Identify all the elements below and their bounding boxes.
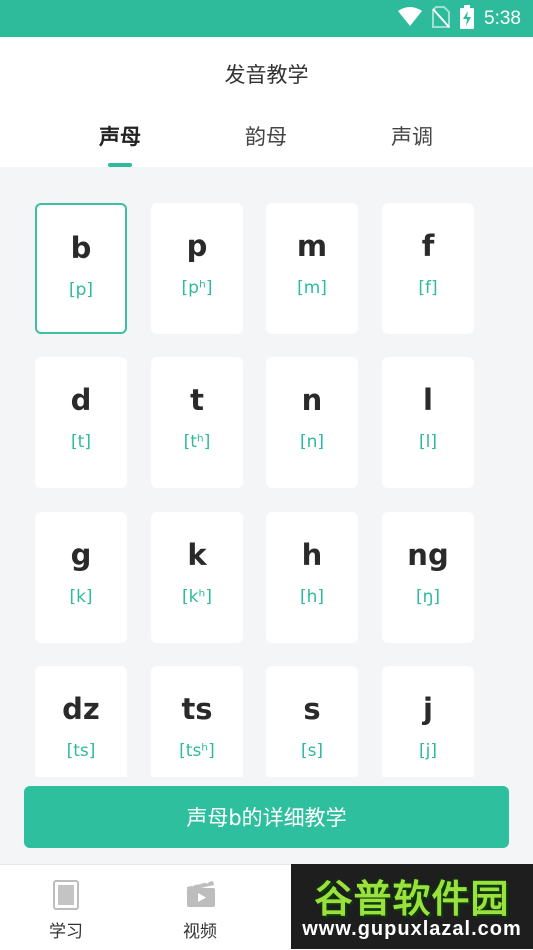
initial-letter: m — [296, 229, 328, 263]
initial-card[interactable]: s [s] — [266, 666, 358, 777]
tab-initials[interactable]: 声母 — [60, 121, 180, 151]
initial-letter: ng — [407, 538, 449, 572]
watermark-url: www.gupuxlazal.com — [302, 918, 522, 940]
detail-lesson-button[interactable]: 声母b的详细教学 — [24, 786, 509, 848]
initial-card[interactable]: ts [tsʰ] — [151, 666, 243, 777]
initial-letter: g — [70, 538, 92, 572]
initial-letter: h — [301, 538, 323, 572]
initial-ipa: [tsʰ] — [179, 741, 215, 761]
wifi-icon — [398, 6, 423, 31]
initial-ipa: [j] — [419, 741, 437, 761]
tab-tones[interactable]: 声调 — [352, 121, 472, 151]
book-icon — [52, 880, 80, 914]
initial-ipa: [ts] — [66, 741, 96, 761]
initial-card[interactable]: h [h] — [266, 512, 358, 643]
battery-charging-icon — [460, 4, 475, 33]
initial-card[interactable]: n [n] — [266, 357, 358, 488]
nav-label: 视频 — [183, 922, 217, 942]
initial-ipa: [m] — [297, 278, 327, 298]
watermark-logo: 谷普软件园 www.gupuxlazal.com — [291, 864, 533, 949]
nav-label: 学习 — [49, 922, 83, 942]
initial-card[interactable]: k [kʰ] — [151, 512, 243, 643]
initials-grid: b [p] p [pʰ] m [m] f [f] d [t] t [tʰ] n … — [0, 167, 533, 777]
initial-card[interactable]: t [tʰ] — [151, 357, 243, 488]
watermark-title: 谷普软件园 — [314, 877, 510, 921]
initial-letter: dz — [62, 692, 100, 726]
initial-letter: n — [301, 383, 323, 417]
initial-letter: t — [190, 383, 204, 417]
initial-ipa: [f] — [418, 278, 438, 298]
initial-ipa: [l] — [419, 432, 437, 452]
tab-bar: 声母 韵母 声调 — [0, 121, 533, 167]
initial-ipa: [p] — [68, 280, 94, 300]
initial-card[interactable]: l [l] — [382, 357, 474, 488]
tab-finals[interactable]: 韵母 — [206, 121, 326, 151]
initial-letter: b — [70, 231, 92, 265]
nav-item-video[interactable]: 视频 — [150, 865, 250, 950]
initial-ipa: [k] — [69, 587, 93, 607]
status-time: 5:38 — [484, 7, 521, 29]
initial-card[interactable]: dz [ts] — [35, 666, 127, 777]
initial-ipa: [tʰ] — [183, 432, 211, 452]
initial-letter: k — [187, 538, 207, 572]
clapperboard-icon — [186, 880, 216, 912]
initial-letter: s — [303, 692, 321, 726]
initial-letter: d — [70, 383, 92, 417]
initial-letter: l — [423, 383, 433, 417]
header: 发音教学 声母 韵母 声调 — [0, 37, 533, 167]
initial-ipa: [s] — [300, 741, 324, 761]
initial-ipa: [t] — [71, 432, 91, 452]
initial-ipa: [n] — [299, 432, 325, 452]
initial-ipa: [h] — [299, 587, 325, 607]
initial-card[interactable]: d [t] — [35, 357, 127, 488]
initial-card[interactable]: j [j] — [382, 666, 474, 777]
initial-letter: p — [186, 229, 208, 263]
page-title: 发音教学 — [224, 63, 309, 87]
initial-letter: f — [421, 229, 435, 263]
no-sim-icon — [432, 5, 451, 32]
initial-ipa: [kʰ] — [182, 587, 212, 607]
initial-letter: j — [423, 692, 433, 726]
initial-card[interactable]: g [k] — [35, 512, 127, 643]
initial-ipa: [ŋ] — [415, 587, 441, 607]
initial-letter: ts — [181, 692, 213, 726]
initial-card[interactable]: p [pʰ] — [151, 203, 243, 334]
nav-item-study[interactable]: 学习 — [16, 865, 116, 950]
initial-card[interactable]: ng [ŋ] — [382, 512, 474, 643]
initial-card[interactable]: m [m] — [266, 203, 358, 334]
initial-card[interactable]: b [p] — [35, 203, 127, 334]
status-bar: 5:38 — [0, 0, 533, 37]
initial-card[interactable]: f [f] — [382, 203, 474, 334]
initial-ipa: [pʰ] — [181, 278, 213, 298]
